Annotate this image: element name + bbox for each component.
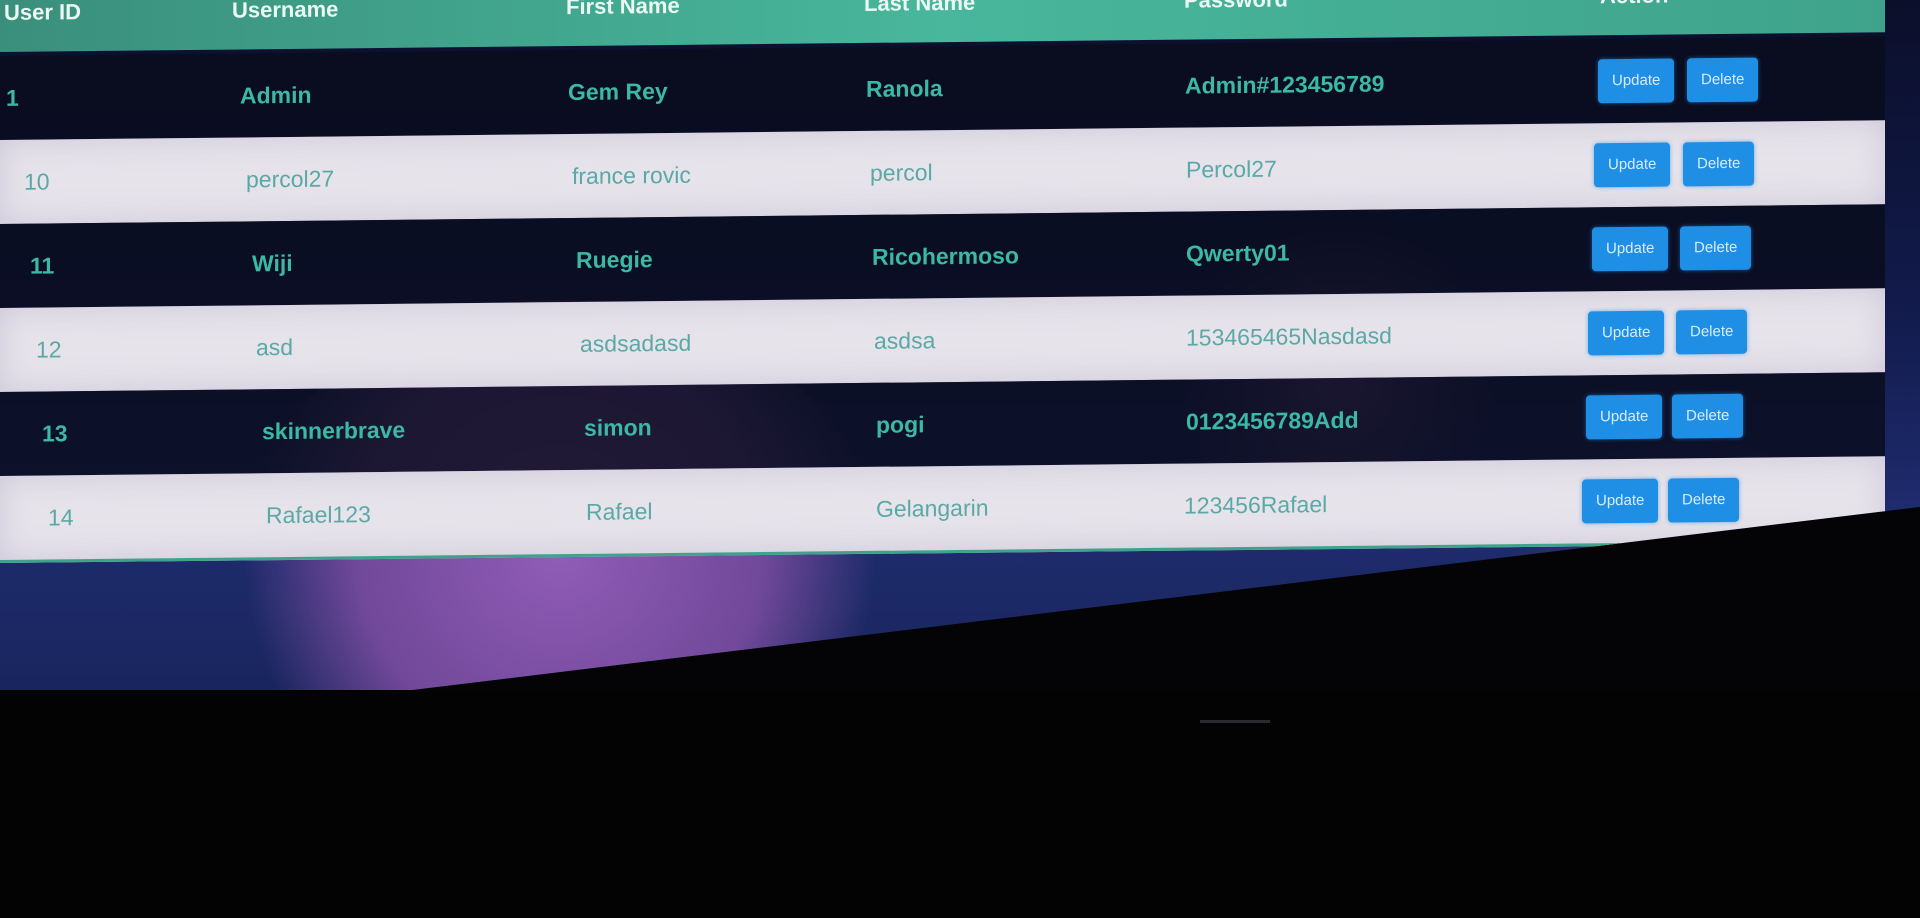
cell-first-name: simon (584, 414, 652, 441)
cell-user-id: 11 (30, 252, 55, 279)
cell-username: Wiji (252, 249, 293, 277)
delete-button[interactable]: Delete (1680, 225, 1752, 271)
mouse-pointer-icon (1350, 572, 1384, 610)
delete-button[interactable]: Delete (1683, 141, 1755, 187)
header-last-name: Last Name (864, 0, 976, 16)
cell-password: 0123456789Add (1186, 406, 1359, 435)
cell-user-id: 14 (48, 504, 74, 531)
monitor-bezel (0, 690, 1920, 918)
update-button[interactable]: Update (1582, 478, 1659, 524)
delete-button[interactable]: Delete (1676, 309, 1748, 355)
cell-user-id: 10 (24, 168, 50, 195)
header-username: Username (232, 0, 339, 23)
table-row: 14 Rafael123 Rafael Gelangarin 123456Raf… (0, 456, 1885, 563)
bezel-reflection (1200, 720, 1270, 723)
cell-username: Rafael123 (266, 501, 371, 529)
delete-button[interactable]: Delete (1668, 477, 1740, 523)
delete-button[interactable]: Delete (1687, 57, 1759, 103)
cell-first-name: Gem Rey (568, 78, 668, 106)
header-password: Password (1184, 0, 1288, 14)
cell-username: Admin (240, 81, 312, 109)
cell-username: asd (256, 333, 294, 361)
cell-first-name: Rafael (586, 498, 653, 525)
cell-password: Admin#123456789 (1185, 70, 1385, 99)
cell-password: Percol27 (1186, 155, 1277, 183)
cell-last-name: Ranola (866, 75, 943, 102)
monitor-display: User ID Username First Name Last Name Pa… (0, 0, 1920, 740)
delete-button[interactable]: Delete (1672, 393, 1744, 439)
users-table: User ID Username First Name Last Name Pa… (0, 0, 1890, 563)
cell-user-id: 1 (6, 84, 19, 111)
update-button[interactable]: Update (1598, 58, 1675, 104)
cell-user-id: 13 (42, 420, 68, 447)
cell-password: 153465465Nasdasd (1186, 322, 1392, 351)
update-button[interactable]: Update (1592, 226, 1669, 272)
cell-first-name: Ruegie (576, 246, 653, 273)
cell-first-name: france rovic (572, 161, 691, 190)
cell-password: 123456Rafael (1184, 491, 1328, 519)
cell-last-name: Gelangarin (876, 494, 989, 522)
cell-last-name: asdsa (874, 327, 936, 354)
update-button[interactable]: Update (1588, 310, 1665, 356)
cell-user-id: 12 (36, 336, 62, 363)
cell-username: skinnerbrave (262, 416, 406, 445)
cell-first-name: asdsadasd (580, 329, 692, 357)
cell-last-name: Ricohermoso (872, 242, 1019, 270)
photo-of-monitor: User ID Username First Name Last Name Pa… (0, 0, 1920, 918)
header-user-id: User ID (4, 0, 82, 25)
header-action: Action (1600, 0, 1668, 9)
update-button[interactable]: Update (1586, 394, 1663, 440)
cell-username: percol27 (246, 165, 335, 193)
header-first-name: First Name (566, 0, 680, 20)
update-button[interactable]: Update (1594, 142, 1671, 188)
cell-last-name: pogi (876, 411, 925, 438)
cell-last-name: percol (870, 159, 933, 186)
cell-password: Qwerty01 (1186, 239, 1290, 267)
